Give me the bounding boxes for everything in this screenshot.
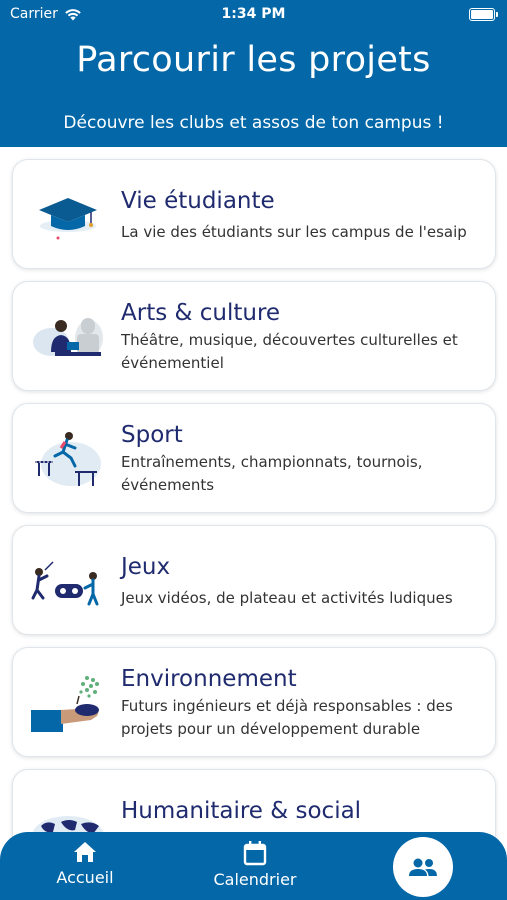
category-title: Arts & culture xyxy=(121,300,281,326)
page-subtitle: Découvre les clubs et assos de ton campu… xyxy=(63,113,444,133)
home-icon xyxy=(74,842,96,862)
tab-calendrier[interactable]: Calendrier xyxy=(200,840,310,889)
tab-projets-active[interactable] xyxy=(393,837,453,897)
category-title: Jeux xyxy=(121,554,171,580)
battery-icon xyxy=(469,8,498,21)
category-card-jeux[interactable]: Jeux Jeux vidéos, de plateau et activité… xyxy=(12,525,496,635)
graduation-cap-icon xyxy=(39,198,97,240)
category-list: Vie étudiante La vie des étudiants sur l… xyxy=(12,159,496,891)
category-title: Environnement xyxy=(121,666,297,692)
category-card-arts-culture[interactable]: Arts & culture Théâtre, musique, découve… xyxy=(12,281,496,391)
museum-visitor-icon xyxy=(33,318,103,356)
bottom-tab-bar: Accueil Calendrier xyxy=(0,832,507,900)
category-card-vie-etudiante[interactable]: Vie étudiante La vie des étudiants sur l… xyxy=(12,159,496,269)
hand-plant-icon xyxy=(31,676,99,732)
tab-label: Calendrier xyxy=(213,870,297,889)
header-bar: Carrier 1:34 PM Parcourir les projets Dé… xyxy=(0,0,507,147)
category-card-environnement[interactable]: Environnement Futurs ingénieurs et déjà … xyxy=(12,647,496,757)
hurdles-runner-icon xyxy=(35,432,101,486)
category-title: Humanitaire & social xyxy=(121,798,362,824)
tab-label: Accueil xyxy=(56,868,114,887)
status-bar: Carrier 1:34 PM xyxy=(0,0,507,30)
category-card-sport[interactable]: Sport Entraînements, championnats, tourn… xyxy=(12,403,496,513)
tab-accueil[interactable]: Accueil xyxy=(40,840,130,887)
category-title: Vie étudiante xyxy=(121,188,275,214)
status-time: 1:34 PM xyxy=(221,6,286,22)
category-description: Entraînements, championnats, tournois, é… xyxy=(121,453,423,494)
category-description: La vie des étudiants sur les campus de l… xyxy=(121,223,467,241)
gamepad-players-icon xyxy=(31,561,99,606)
category-description: Futurs ingénieurs et déjà responsables :… xyxy=(121,697,453,738)
category-description: Jeux vidéos, de plateau et activités lud… xyxy=(121,589,453,607)
category-title: Sport xyxy=(121,422,183,448)
category-description: Théâtre, musique, découvertes culturelle… xyxy=(121,331,458,372)
page-title: Parcourir les projets xyxy=(76,40,431,80)
people-icon xyxy=(409,858,437,876)
calendar-icon xyxy=(243,841,267,866)
